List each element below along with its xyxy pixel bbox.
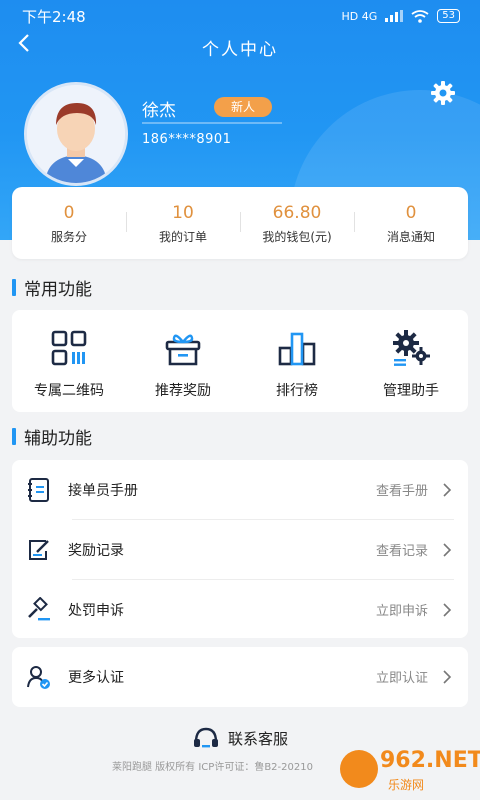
- stat-value: 66.80: [272, 202, 322, 223]
- feature-referral-reward[interactable]: 推荐奖励: [126, 310, 240, 412]
- status-time: 下午2:48: [22, 7, 86, 26]
- stat-label: 服务分: [50, 229, 87, 244]
- section-marker: [12, 278, 16, 296]
- common-functions-grid: 专属二维码 推荐奖励 排行榜 管理助手: [12, 310, 468, 412]
- feature-label: 专属二维码: [34, 383, 104, 399]
- gift-icon: [165, 334, 201, 366]
- list-item-manual[interactable]: 接单员手册 查看手册: [12, 460, 468, 519]
- section-title-aux: 辅助功能: [12, 425, 92, 449]
- chevron-right-icon: [443, 482, 452, 497]
- list-item-penalty-appeal[interactable]: 处罚申诉 立即申诉: [12, 580, 468, 639]
- list-item-action: 立即申诉: [375, 604, 428, 619]
- qrcode-icon: [51, 330, 87, 366]
- stat-notifications[interactable]: 0 消息通知: [354, 202, 468, 245]
- headset-icon: [193, 727, 218, 748]
- stat-label: 我的钱包(元): [262, 229, 332, 244]
- stat-value: 10: [172, 202, 194, 223]
- list-item-label: 奖励记录: [68, 542, 124, 559]
- user-level-badge: 新人: [214, 97, 272, 117]
- section-marker: [12, 427, 16, 445]
- user-phone: 186****8901: [142, 132, 232, 147]
- edit-record-icon: [29, 539, 49, 560]
- page-title: 个人中心: [202, 40, 278, 60]
- watermark-subtext: 乐游网: [388, 778, 425, 792]
- chevron-right-icon: [443, 542, 452, 557]
- avatar[interactable]: [24, 82, 128, 186]
- battery-icon: 53: [437, 9, 460, 23]
- list-item-more-verification[interactable]: 更多认证 立即认证: [12, 647, 468, 706]
- user-name: 徐杰: [142, 101, 176, 121]
- more-verification-card: 更多认证 立即认证: [12, 647, 468, 707]
- gears-icon: [393, 330, 430, 366]
- aux-functions-list: 接单员手册 查看手册 奖励记录 查看记录 处罚申诉 立即申诉: [12, 460, 468, 638]
- user-verify-icon: [27, 665, 50, 689]
- list-item-action: 立即认证: [375, 671, 428, 686]
- manual-icon: [28, 477, 49, 502]
- feature-leaderboard[interactable]: 排行榜: [240, 310, 354, 412]
- settings-button[interactable]: [430, 80, 456, 106]
- section-title-common: 常用功能: [12, 276, 92, 300]
- feature-label: 管理助手: [383, 383, 439, 399]
- copyright-text: 莱阳跑腿 版权所有 ICP许可证：鲁B2-20210: [112, 762, 313, 773]
- stat-service-score[interactable]: 0 服务分: [12, 202, 126, 245]
- section-title-text: 常用功能: [24, 279, 92, 300]
- feature-manage-assistant[interactable]: 管理助手: [354, 310, 468, 412]
- watermark-text: 962.NET: [380, 748, 480, 773]
- wifi-icon: [411, 9, 429, 23]
- contact-service-label: 联系客服: [227, 729, 288, 748]
- stat-label: 我的订单: [158, 229, 207, 244]
- feature-label: 排行榜: [276, 383, 318, 399]
- list-item-label: 更多认证: [68, 669, 124, 686]
- gear-icon: [431, 81, 455, 105]
- stat-my-orders[interactable]: 10 我的订单: [126, 202, 240, 245]
- stat-value: 0: [63, 202, 75, 223]
- list-item-label: 接单员手册: [68, 482, 138, 499]
- status-bar: 下午2:48 HD 4G 53: [0, 0, 480, 32]
- signal-icon: [385, 10, 404, 22]
- stat-label: 消息通知: [386, 229, 435, 244]
- watermark: 962.NET 乐游网: [340, 744, 480, 800]
- gavel-icon: [28, 596, 50, 620]
- chevron-right-icon: [443, 602, 452, 617]
- network-indicator: HD 4G: [341, 9, 378, 23]
- list-item-label: 处罚申诉: [68, 602, 124, 619]
- ranking-icon: [278, 332, 316, 366]
- nav-bar: 个人中心: [0, 32, 480, 62]
- stat-value: 0: [405, 202, 417, 223]
- stats-card: 0 服务分 10 我的订单 66.80 我的钱包(元) 0 消息通知: [12, 187, 468, 259]
- name-divider: [142, 122, 282, 124]
- stat-my-wallet[interactable]: 66.80 我的钱包(元): [240, 202, 354, 245]
- feature-qrcode[interactable]: 专属二维码: [12, 310, 126, 412]
- watermark-logo-icon: [340, 750, 378, 788]
- list-item-action: 查看手册: [375, 484, 428, 499]
- user-avatar-icon: [27, 85, 125, 183]
- list-item-reward-record[interactable]: 奖励记录 查看记录: [12, 520, 468, 579]
- chevron-right-icon: [443, 669, 452, 684]
- section-title-text: 辅助功能: [24, 428, 92, 449]
- feature-label: 推荐奖励: [155, 383, 211, 399]
- list-item-action: 查看记录: [375, 544, 428, 559]
- status-indicators: HD 4G 53: [341, 9, 460, 23]
